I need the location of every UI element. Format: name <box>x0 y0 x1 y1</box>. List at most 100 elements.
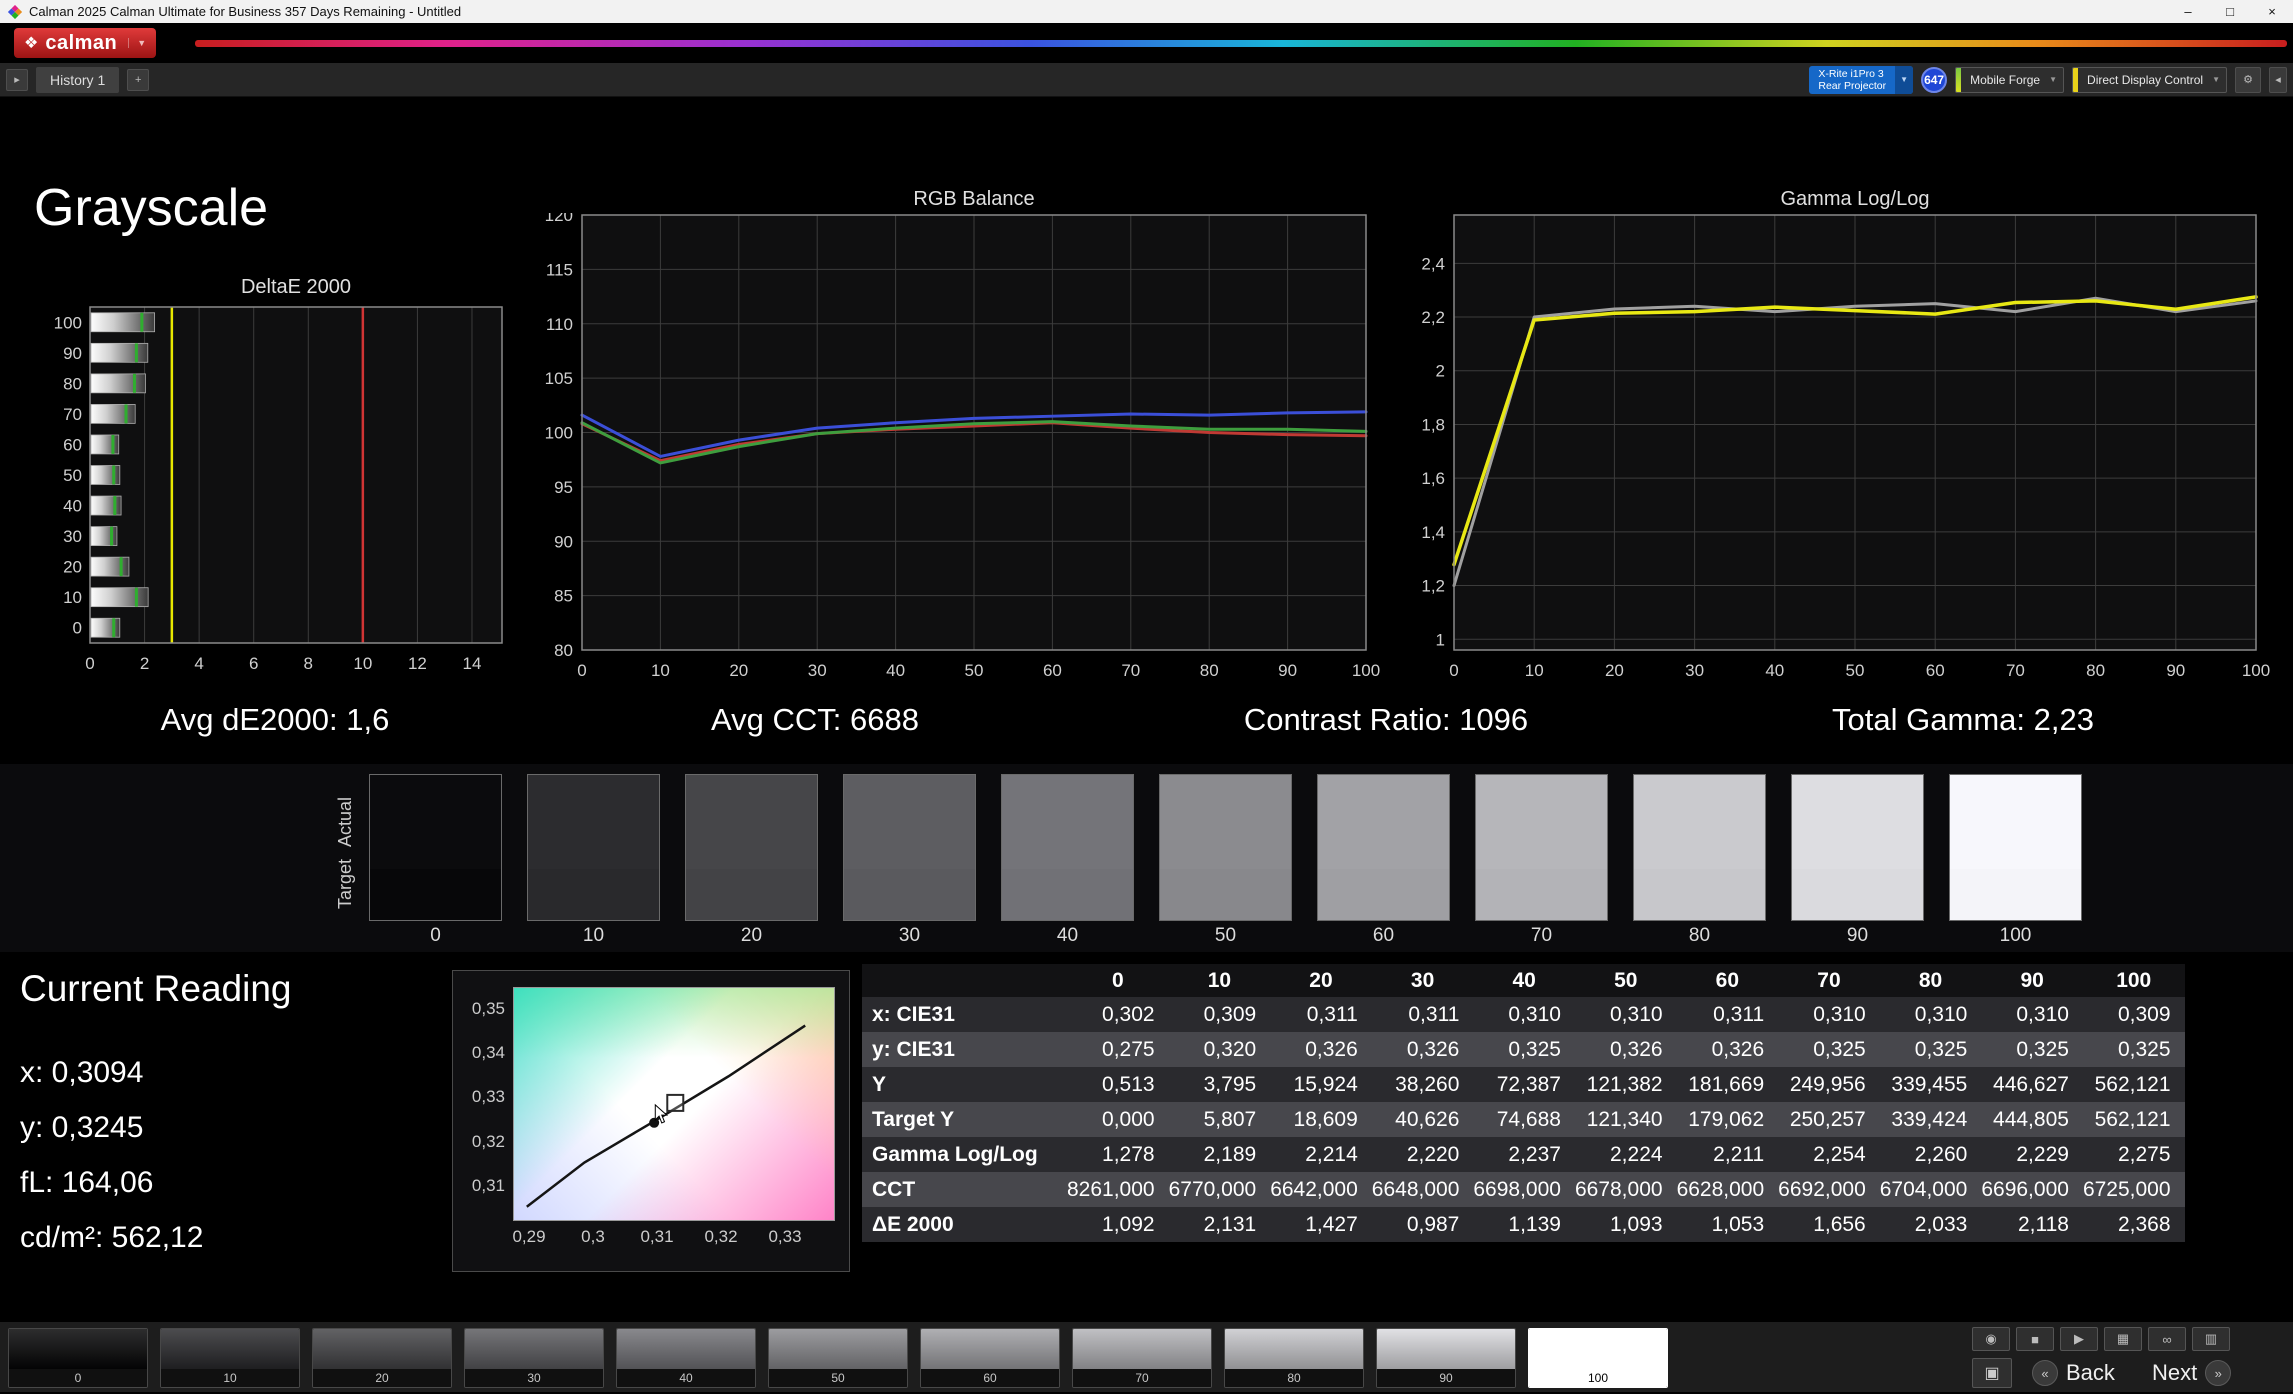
deltae-chart-plot: 0 2 4 6 8 10 12 14 100 90 80 70 60 50 40 30 20 10 0 <box>36 301 518 696</box>
history-tab[interactable]: History 1 <box>36 66 120 93</box>
minimize-button[interactable]: – <box>2167 0 2209 23</box>
svg-text:2: 2 <box>140 654 149 673</box>
meter-button[interactable]: ◉ <box>1972 1327 2010 1351</box>
table-cell: 0,325 <box>1813 1037 1866 1061</box>
cie-chromaticity-panel: 0,35 0,34 0,33 0,32 0,31 0,29 0,3 0,31 0,32 0,33 <box>452 970 850 1272</box>
table-cell: 6725,000 <box>2082 1177 2171 1201</box>
pattern-window-button[interactable]: ▣ <box>1972 1358 2012 1388</box>
swatch-target <box>844 869 975 920</box>
maximize-button[interactable]: □ <box>2209 0 2251 23</box>
svg-text:50: 50 <box>965 661 984 680</box>
svg-text:12: 12 <box>408 654 427 673</box>
table-cell: 121,340 <box>1586 1107 1663 1131</box>
svg-text:8: 8 <box>304 654 313 673</box>
pattern-level-button-50[interactable]: 50 <box>768 1328 908 1388</box>
pattern-level-button-70[interactable]: 70 <box>1072 1328 1212 1388</box>
pattern-level-button-10[interactable]: 10 <box>160 1328 300 1388</box>
table-header-row: 0 10 20 30 40 50 60 70 80 90 100 <box>862 964 2185 997</box>
table-row: ΔE 2000 1,092 2,131 1,427 0,987 1,139 1,093 1,0… <box>862 1207 2185 1242</box>
continuous-button[interactable]: ∞ <box>2148 1327 2186 1351</box>
svg-text:1,4: 1,4 <box>1421 523 1445 542</box>
next-button[interactable]: Next » <box>2152 1358 2232 1388</box>
calman-logo-menu[interactable]: ❖ calman ▼ <box>14 28 157 58</box>
pattern-level-button-90[interactable]: 90 <box>1376 1328 1516 1388</box>
pattern-swatch <box>9 1329 147 1369</box>
meter-mode: Rear Projector <box>1818 79 1887 92</box>
svg-text:10: 10 <box>651 661 670 680</box>
svg-text:0: 0 <box>85 654 94 673</box>
gray-swatch-70: 70 <box>1476 775 1607 946</box>
swatch-target <box>1476 869 1607 920</box>
pattern-level-button-100[interactable]: 100 <box>1528 1328 1668 1388</box>
meter-selector[interactable]: X-Rite i1Pro 3 Rear Projector ▼ <box>1809 65 1914 94</box>
swatch-target <box>1002 869 1133 920</box>
table-header-cell: 100 <box>2082 964 2185 997</box>
table-row: x: CIE31 0,302 0,309 0,311 0,311 0,310 0,310 0,… <box>862 997 2185 1032</box>
table-cell: 2,189 <box>1203 1142 1257 1166</box>
swatch-actual <box>1634 775 1765 870</box>
table-cell: 1,093 <box>1610 1212 1663 1236</box>
gray-swatch-60: 60 <box>1318 775 1449 946</box>
page-title: Grayscale <box>34 179 269 237</box>
current-reading-title: Current Reading <box>20 968 292 1009</box>
cie-y-tick-label: 0,34 <box>471 1043 505 1063</box>
svg-text:0: 0 <box>73 619 82 638</box>
panel-toggle-button[interactable]: ▸ <box>6 68 28 91</box>
table-cell: 2,229 <box>2016 1142 2069 1166</box>
pattern-level-button-0[interactable]: 0 <box>8 1328 148 1388</box>
swatch-actual <box>1002 775 1133 870</box>
total-gamma-stat: Total Gamma: 2,23 <box>1832 702 2094 737</box>
rgb-balance-chart-title: RGB Balance <box>913 188 1035 210</box>
back-button[interactable]: « Back <box>2032 1358 2115 1388</box>
play-button[interactable]: ▶ <box>2060 1327 2098 1351</box>
swatch-level-label: 80 <box>1688 925 1711 946</box>
svg-text:4: 4 <box>194 654 203 673</box>
table-cell: 446,627 <box>1993 1072 2069 1096</box>
table-cell: 6628,000 <box>1676 1177 1765 1201</box>
pattern-level-button-20[interactable]: 20 <box>312 1328 452 1388</box>
svg-text:60: 60 <box>1926 661 1945 680</box>
pattern-level-button-60[interactable]: 60 <box>920 1328 1060 1388</box>
cie-x-tick-label: 0,32 <box>704 1227 738 1246</box>
swatch-level-label: 0 <box>430 925 441 946</box>
pattern-level-button-30[interactable]: 30 <box>464 1328 604 1388</box>
continuous-icon: ∞ <box>2162 1331 2172 1347</box>
close-button[interactable]: × <box>2251 0 2293 23</box>
pattern-grid-button[interactable]: ▦ <box>2104 1327 2142 1351</box>
pattern-level-button-80[interactable]: 80 <box>1224 1328 1364 1388</box>
back-icon: « <box>2032 1360 2058 1386</box>
levels-button[interactable]: ▥ <box>2192 1327 2230 1351</box>
source-selector[interactable]: Mobile Forge ▼ <box>1955 66 2065 93</box>
cie-y-tick-label: 0,35 <box>471 999 505 1019</box>
table-header-cell: 20 <box>1270 964 1372 997</box>
collapse-toolbar-button[interactable]: ◂ <box>2269 66 2287 93</box>
table-cell: 18,609 <box>1293 1107 1358 1131</box>
svg-text:70: 70 <box>1121 661 1140 680</box>
swatch-target <box>1950 869 2081 920</box>
table-header-cell: 60 <box>1676 964 1779 997</box>
svg-text:50: 50 <box>1846 661 1865 680</box>
pattern-level-label: 70 <box>1073 1369 1211 1387</box>
target-axis-label: Target <box>335 858 355 910</box>
rgb-balance-chart: RGB Balance 0 10 20 30 40 50 60 70 80 90 100 80 85 90… <box>528 188 1381 700</box>
svg-text:0: 0 <box>577 661 586 680</box>
swatch-level-label: 40 <box>1056 925 1079 946</box>
swatch-level-label: 90 <box>1846 925 1869 946</box>
settings-button[interactable]: ⚙ <box>2235 66 2261 93</box>
gray-swatch-0: 0 <box>370 775 501 946</box>
pattern-level-label: 0 <box>9 1369 147 1387</box>
table-cell: 2,131 <box>1203 1212 1257 1236</box>
pattern-level-button-40[interactable]: 40 <box>616 1328 756 1388</box>
display-control-selector[interactable]: Direct Display Control ▼ <box>2072 66 2227 93</box>
pattern-level-buttons: 0 10 20 30 40 50 60 70 80 90 100 <box>8 1322 1708 1394</box>
pattern-swatch <box>313 1329 451 1369</box>
svg-text:10: 10 <box>63 588 82 607</box>
add-history-button[interactable]: + <box>127 68 150 91</box>
table-cell: 562,121 <box>2094 1107 2171 1131</box>
table-cell: 250,257 <box>1789 1107 1866 1131</box>
svg-text:1,8: 1,8 <box>1421 415 1445 434</box>
svg-text:60: 60 <box>1043 661 1062 680</box>
table-row: Target Y 0,000 5,807 18,609 40,626 74,688 121,… <box>862 1102 2185 1137</box>
stop-button[interactable]: ■ <box>2016 1327 2054 1351</box>
svg-text:2: 2 <box>1436 362 1445 381</box>
